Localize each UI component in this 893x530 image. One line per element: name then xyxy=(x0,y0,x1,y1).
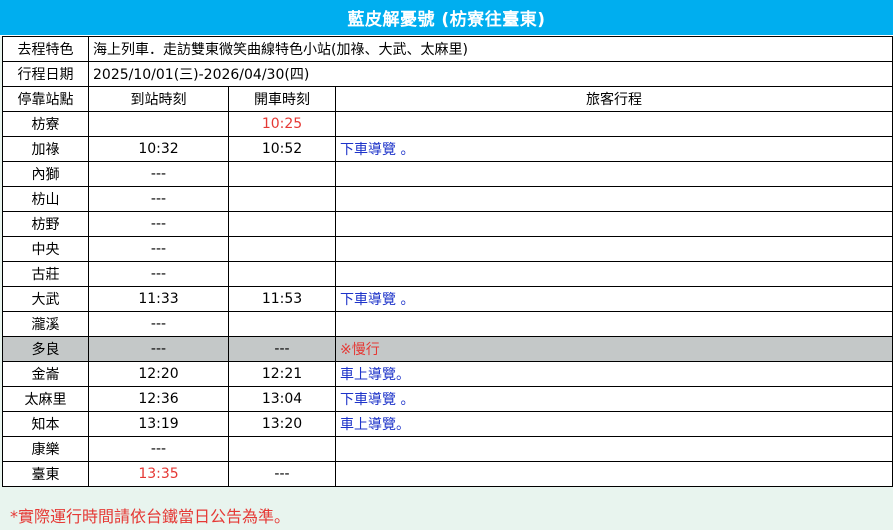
depart-cell xyxy=(228,161,336,187)
info-row-date: 行程日期 2025/10/01(三)-2026/04/30(四) xyxy=(2,61,893,87)
table-row: 加祿 10:32 10:52 下車導覽 。 xyxy=(2,136,893,162)
depart-cell: 12:21 xyxy=(228,361,336,387)
depart-cell xyxy=(228,186,336,212)
header-itinerary: 旅客行程 xyxy=(334,86,893,112)
itinerary-cell xyxy=(334,111,893,137)
arrive-cell: --- xyxy=(88,336,229,362)
depart-cell: 11:53 xyxy=(228,286,336,312)
header-arrive: 到站時刻 xyxy=(88,86,229,112)
station-cell: 內獅 xyxy=(2,161,89,187)
table-row: 內獅 --- xyxy=(2,161,893,187)
info-value: 海上列車．走訪雙東微笑曲線特色小站(加祿、大武、太麻里) xyxy=(87,36,893,62)
station-cell: 枋寮 xyxy=(2,111,89,137)
footer-note: *實際運行時間請依台鐵當日公告為準。 xyxy=(10,507,291,526)
depart-cell: 13:04 xyxy=(228,386,336,412)
depart-cell: 10:25 xyxy=(228,111,336,137)
station-cell: 康樂 xyxy=(2,436,89,462)
table-row: 太麻里 12:36 13:04 下車導覽 。 xyxy=(2,386,893,412)
depart-cell xyxy=(228,436,336,462)
arrive-cell: 13:35 xyxy=(88,461,229,487)
table-row: 金崙 12:20 12:21 車上導覽。 xyxy=(2,361,893,387)
info-label: 去程特色 xyxy=(2,36,89,62)
header-station: 停靠站點 xyxy=(2,86,89,112)
arrive-cell: --- xyxy=(88,236,229,262)
itinerary-cell: 車上導覽。 xyxy=(334,361,893,387)
arrive-cell: --- xyxy=(88,161,229,187)
station-cell: 瀧溪 xyxy=(2,311,89,337)
station-cell: 多良 xyxy=(2,336,89,362)
info-row-feature: 去程特色 海上列車．走訪雙東微笑曲線特色小站(加祿、大武、太麻里) xyxy=(2,36,893,62)
info-label: 行程日期 xyxy=(2,61,89,87)
header-depart: 開車時刻 xyxy=(228,86,336,112)
table-row: 知本 13:19 13:20 車上導覽。 xyxy=(2,411,893,437)
table-row: 大武 11:33 11:53 下車導覽 。 xyxy=(2,286,893,312)
itinerary-cell: 下車導覽 。 xyxy=(334,386,893,412)
arrive-cell: 12:20 xyxy=(88,361,229,387)
arrive-cell: --- xyxy=(88,311,229,337)
station-cell: 古莊 xyxy=(2,261,89,287)
station-cell: 金崙 xyxy=(2,361,89,387)
info-value: 2025/10/01(三)-2026/04/30(四) xyxy=(87,61,893,87)
station-cell: 知本 xyxy=(2,411,89,437)
depart-cell xyxy=(228,261,336,287)
depart-cell xyxy=(228,236,336,262)
itinerary-cell: 下車導覽 。 xyxy=(334,286,893,312)
schedule-table: 去程特色 海上列車．走訪雙東微笑曲線特色小站(加祿、大武、太麻里) 行程日期 2… xyxy=(2,36,893,487)
station-cell: 加祿 xyxy=(2,136,89,162)
station-cell: 枋野 xyxy=(2,211,89,237)
table-row: 瀧溪 --- xyxy=(2,311,893,337)
depart-cell: 13:20 xyxy=(228,411,336,437)
arrive-cell: 12:36 xyxy=(88,386,229,412)
arrive-cell: 11:33 xyxy=(88,286,229,312)
station-cell: 太麻里 xyxy=(2,386,89,412)
station-cell: 大武 xyxy=(2,286,89,312)
table-row: 中央 --- xyxy=(2,236,893,262)
arrive-cell: --- xyxy=(88,186,229,212)
station-cell: 臺東 xyxy=(2,461,89,487)
itinerary-cell: 下車導覽 。 xyxy=(334,136,893,162)
depart-cell xyxy=(228,211,336,237)
station-cell: 中央 xyxy=(2,236,89,262)
arrive-cell: --- xyxy=(88,261,229,287)
itinerary-cell: ※慢行 xyxy=(334,336,893,362)
depart-cell xyxy=(228,311,336,337)
table-row: 臺東 13:35 --- xyxy=(2,461,893,487)
depart-cell: 10:52 xyxy=(228,136,336,162)
table-row: 枋野 --- xyxy=(2,211,893,237)
itinerary-cell xyxy=(334,211,893,237)
itinerary-cell xyxy=(334,261,893,287)
arrive-cell xyxy=(88,111,229,137)
itinerary-cell xyxy=(334,436,893,462)
arrive-cell: --- xyxy=(88,436,229,462)
header-row: 停靠站點 到站時刻 開車時刻 旅客行程 xyxy=(2,86,893,112)
itinerary-cell: 車上導覽。 xyxy=(334,411,893,437)
arrive-cell: 13:19 xyxy=(88,411,229,437)
depart-cell: --- xyxy=(228,461,336,487)
table-row: 康樂 --- xyxy=(2,436,893,462)
depart-cell: --- xyxy=(228,336,336,362)
page-title: 藍皮解憂號 (枋寮往臺東) xyxy=(0,0,893,36)
table-row: 古莊 --- xyxy=(2,261,893,287)
schedule-sheet: 藍皮解憂號 (枋寮往臺東) 去程特色 海上列車．走訪雙東微笑曲線特色小站(加祿、… xyxy=(0,0,893,530)
table-row: 枋寮 10:25 xyxy=(2,111,893,137)
itinerary-cell xyxy=(334,311,893,337)
arrive-cell: 10:32 xyxy=(88,136,229,162)
itinerary-cell xyxy=(334,186,893,212)
table-row: 枋山 --- xyxy=(2,186,893,212)
station-cell: 枋山 xyxy=(2,186,89,212)
itinerary-cell xyxy=(334,236,893,262)
itinerary-cell xyxy=(334,161,893,187)
itinerary-cell xyxy=(334,461,893,487)
table-row-slow: 多良 --- --- ※慢行 xyxy=(2,336,893,362)
arrive-cell: --- xyxy=(88,211,229,237)
